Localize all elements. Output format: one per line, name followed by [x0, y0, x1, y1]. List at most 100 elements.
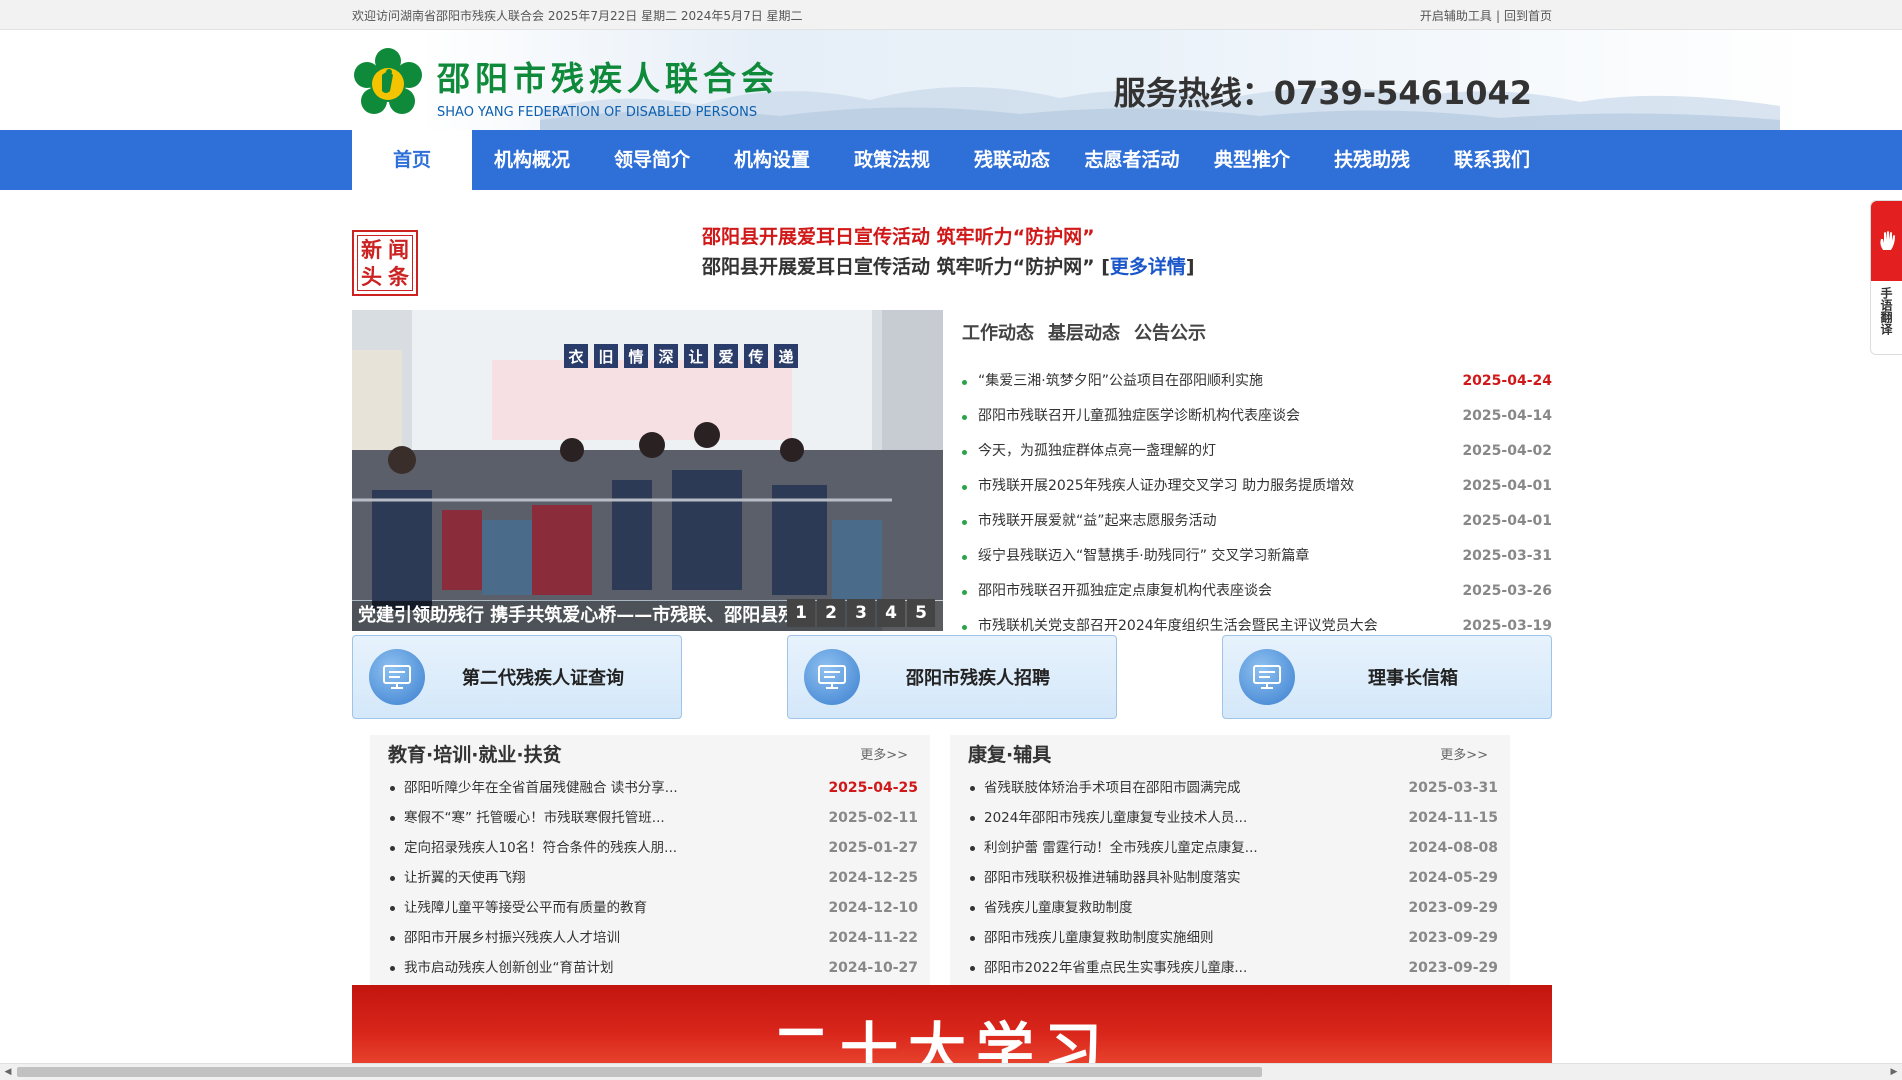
news-tab[interactable]: 公告公示	[1134, 319, 1206, 345]
id-card-query-button[interactable]: 第二代残疾人证查询	[352, 635, 682, 719]
column-news-title[interactable]: 省残疾儿童康复救助制度	[968, 893, 1133, 923]
federation-logo[interactable]	[352, 47, 424, 119]
column-news-item[interactable]: 邵阳听障少年在全省首届残健融合 读书分享... 2025-04-25	[388, 773, 918, 803]
scrollbar-thumb[interactable]	[17, 1067, 1262, 1077]
more-details-link[interactable]: 更多详情	[1110, 256, 1186, 278]
recruitment-button[interactable]: 邵阳市残疾人招聘	[787, 635, 1117, 719]
column-news-title[interactable]: 2024年邵阳市残疾儿童康复专业技术人员...	[968, 803, 1247, 833]
slider-dot[interactable]: 5	[907, 599, 935, 627]
utility-links: 开启辅助工具 | 回到首页	[1419, 8, 1552, 23]
photo-sign-char: 传	[747, 348, 763, 366]
scroll-left-icon[interactable]: ◀	[1, 1065, 15, 1079]
column-news-date: 2025-03-31	[1408, 780, 1498, 796]
column-news-title[interactable]: 邵阳听障少年在全省首届残健融合 读书分享...	[388, 773, 678, 803]
news-item[interactable]: 邵阳市残联召开儿童孤独症医学诊断机构代表座谈会 2025-04-14	[962, 399, 1552, 434]
column-news-item[interactable]: 省残联肢体矫治手术项目在邵阳市圆满完成 2025-03-31	[968, 773, 1498, 803]
more-link[interactable]: 更多>>	[1440, 744, 1488, 763]
column-news-title[interactable]: 邵阳市残疾儿童康复救助制度实施细则	[968, 923, 1214, 953]
photo-slider[interactable]: 衣旧情深让爱传递 党建引领助残行 携手共筑爱心桥——市残联、邵阳县残联 1234…	[352, 310, 943, 631]
news-item-title[interactable]: 今天，为孤独症群体点亮一盏理解的灯	[962, 434, 1216, 469]
nav-item[interactable]: 志愿者活动	[1072, 130, 1192, 190]
twentieth-congress-banner[interactable]: 二十大学习	[352, 985, 1552, 1065]
nav-item[interactable]: 联系我们	[1432, 130, 1552, 190]
nav-item[interactable]: 扶残助残	[1312, 130, 1432, 190]
news-item[interactable]: “集爱三湘·筑梦夕阳”公益项目在邵阳顺利实施 2025-04-24	[962, 364, 1552, 399]
photo-sign-char: 深	[658, 348, 673, 366]
news-item[interactable]: 市残联开展2025年残疾人证办理交叉学习 助力服务提质增效 2025-04-01	[962, 469, 1552, 504]
back-home-link[interactable]: 回到首页	[1504, 9, 1552, 23]
nav-item[interactable]: 典型推介	[1192, 130, 1312, 190]
nav-item[interactable]: 首页	[352, 130, 472, 190]
federation-en-name: SHAO YANG FEDERATION OF DISABLED PERSONS	[437, 105, 758, 120]
news-item-title[interactable]: 市残联开展2025年残疾人证办理交叉学习 助力服务提质增效	[962, 469, 1354, 504]
photo-sign-char: 旧	[598, 348, 613, 366]
column-news-title[interactable]: 寒假不“寒” 托管暖心！市残联寒假托管班...	[388, 803, 665, 833]
column-news-item[interactable]: 邵阳市开展乡村振兴残疾人人才培训 2024-11-22	[388, 923, 918, 953]
photo-sign-char: 情	[628, 348, 643, 366]
column-news-item[interactable]: 2024年邵阳市残疾儿童康复专业技术人员... 2024-11-15	[968, 803, 1498, 833]
slider-dot[interactable]: 1	[787, 599, 815, 627]
column-news-title[interactable]: 让残障儿童平等接受公平而有质量的教育	[388, 893, 647, 923]
news-tab[interactable]: 工作动态	[962, 319, 1034, 345]
nav-item[interactable]: 机构概况	[472, 130, 592, 190]
column-news-title[interactable]: 让折翼的天使再飞翔	[388, 863, 526, 893]
monitor-icon	[1239, 649, 1295, 705]
slide-banner-text: 衣旧情深让爱传递	[564, 344, 798, 368]
news-item[interactable]: 绥宁县残联迈入“智慧携手·助残同行” 交叉学习新篇章 2025-03-31	[962, 539, 1552, 574]
column-news-title[interactable]: 省残联肢体矫治手术项目在邵阳市圆满完成	[968, 773, 1241, 803]
column-news-item[interactable]: 邵阳市残疾儿童康复救助制度实施细则 2023-09-29	[968, 923, 1498, 953]
news-item-title[interactable]: 邵阳市残联召开儿童孤独症医学诊断机构代表座谈会	[962, 399, 1300, 434]
news-item-title[interactable]: 市残联开展爱就“益”起来志愿服务活动	[962, 504, 1217, 539]
column-news-item[interactable]: 寒假不“寒” 托管暖心！市残联寒假托管班... 2025-02-11	[388, 803, 918, 833]
column-news-item[interactable]: 让折翼的天使再飞翔 2024-12-25	[388, 863, 918, 893]
slider-dot[interactable]: 2	[817, 599, 845, 627]
news-item[interactable]: 今天，为孤独症群体点亮一盏理解的灯 2025-04-02	[962, 434, 1552, 469]
hand-icon	[1871, 201, 1902, 281]
column-news-item[interactable]: 省残疾儿童康复救助制度 2023-09-29	[968, 893, 1498, 923]
headline-news: 新 闻 头 条 邵阳县开展爱耳日宣传活动 筑牢听力“防护网” 邵阳县开展爱耳日宣…	[352, 222, 1552, 302]
column-news-item[interactable]: 定向招录残疾人10名！符合条件的残疾人朋... 2025-01-27	[388, 833, 918, 863]
horizontal-scrollbar[interactable]: ◀ ▶	[0, 1063, 1902, 1080]
news-item-title[interactable]: 绥宁县残联迈入“智慧携手·助残同行” 交叉学习新篇章	[962, 539, 1309, 574]
news-item[interactable]: 市残联开展爱就“益”起来志愿服务活动 2025-04-01	[962, 504, 1552, 539]
column-news-date: 2024-12-10	[828, 900, 918, 916]
column-news-title[interactable]: 邵阳市开展乡村振兴残疾人人才培训	[388, 923, 620, 953]
column-news-title[interactable]: 邵阳市残联积极推进辅助器具补贴制度落实	[968, 863, 1241, 893]
news-item-title[interactable]: “集爱三湘·筑梦夕阳”公益项目在邵阳顺利实施	[962, 364, 1263, 399]
column-news-item[interactable]: 邵阳市残联积极推进辅助器具补贴制度落实 2024-05-29	[968, 863, 1498, 893]
chairman-mailbox-button[interactable]: 理事长信箱	[1222, 635, 1552, 719]
education-employment-column: 教育·培训·就业·扶贫 更多>> 邵阳听障少年在全省首届残健融合 读书分享...…	[370, 735, 930, 985]
nav-item[interactable]: 机构设置	[712, 130, 832, 190]
column-news-list: 省残联肢体矫治手术项目在邵阳市圆满完成 2025-03-31 2024年邵阳市残疾儿…	[968, 773, 1498, 983]
column-news-title[interactable]: 定向招录残疾人10名！符合条件的残疾人朋...	[388, 833, 677, 863]
column-news-title[interactable]: 邵阳市2022年省重点民生实事残疾儿童康...	[968, 953, 1247, 983]
scroll-right-icon[interactable]: ▶	[1887, 1065, 1901, 1079]
nav-item[interactable]: 残联动态	[952, 130, 1072, 190]
news-item-title[interactable]: 邵阳市残联召开孤独症定点康复机构代表座谈会	[962, 574, 1272, 609]
quick-link-label: 邵阳市残疾人招聘	[906, 668, 1050, 689]
quick-link-label: 理事长信箱	[1368, 668, 1458, 689]
column-news-title[interactable]: 利剑护蕾 雷霆行动！全市残疾儿童定点康复...	[968, 833, 1258, 863]
accessibility-tool-link[interactable]: 开启辅助工具	[1420, 9, 1492, 23]
federation-cn-name: 邵阳市残疾人联合会	[437, 59, 779, 98]
news-tab[interactable]: 基层动态	[1048, 319, 1120, 345]
photo-sign-char: 爱	[718, 348, 733, 366]
news-item[interactable]: 邵阳市残联召开孤独症定点康复机构代表座谈会 2025-03-26	[962, 574, 1552, 609]
nav-item[interactable]: 政策法规	[832, 130, 952, 190]
nav-item[interactable]: 领导简介	[592, 130, 712, 190]
column-news-item[interactable]: 邵阳市2022年省重点民生实事残疾儿童康... 2023-09-29	[968, 953, 1498, 983]
column-news-item[interactable]: 我市启动残疾人创新创业“育苗计划 2024-10-27	[388, 953, 918, 983]
slider-dot[interactable]: 3	[847, 599, 875, 627]
column-news-item[interactable]: 利剑护蕾 雷霆行动！全市残疾儿童定点康复... 2024-08-08	[968, 833, 1498, 863]
main-nav-list: 首页 机构概况 领导简介 机构设置 政策法规 残联动态 志愿者活动 典型推介 扶残助残 联系我们	[352, 130, 1552, 190]
news-item-date: 2025-04-02	[1462, 443, 1552, 459]
sign-language-widget[interactable]: 手语翻译	[1870, 200, 1902, 355]
more-link[interactable]: 更多>>	[860, 744, 908, 763]
site-header: 邵阳市残疾人联合会 SHAO YANG FEDERATION OF DISABL…	[0, 30, 1902, 130]
column-news-title[interactable]: 我市启动残疾人创新创业“育苗计划	[388, 953, 614, 983]
column-news-item[interactable]: 让残障儿童平等接受公平而有质量的教育 2024-12-10	[388, 893, 918, 923]
column-news-date: 2025-01-27	[828, 840, 918, 856]
photo-sign-char: 衣	[568, 348, 583, 366]
headline-title[interactable]: 邵阳县开展爱耳日宣传活动 筑牢听力“防护网”	[702, 222, 1095, 249]
slider-dot[interactable]: 4	[877, 599, 905, 627]
